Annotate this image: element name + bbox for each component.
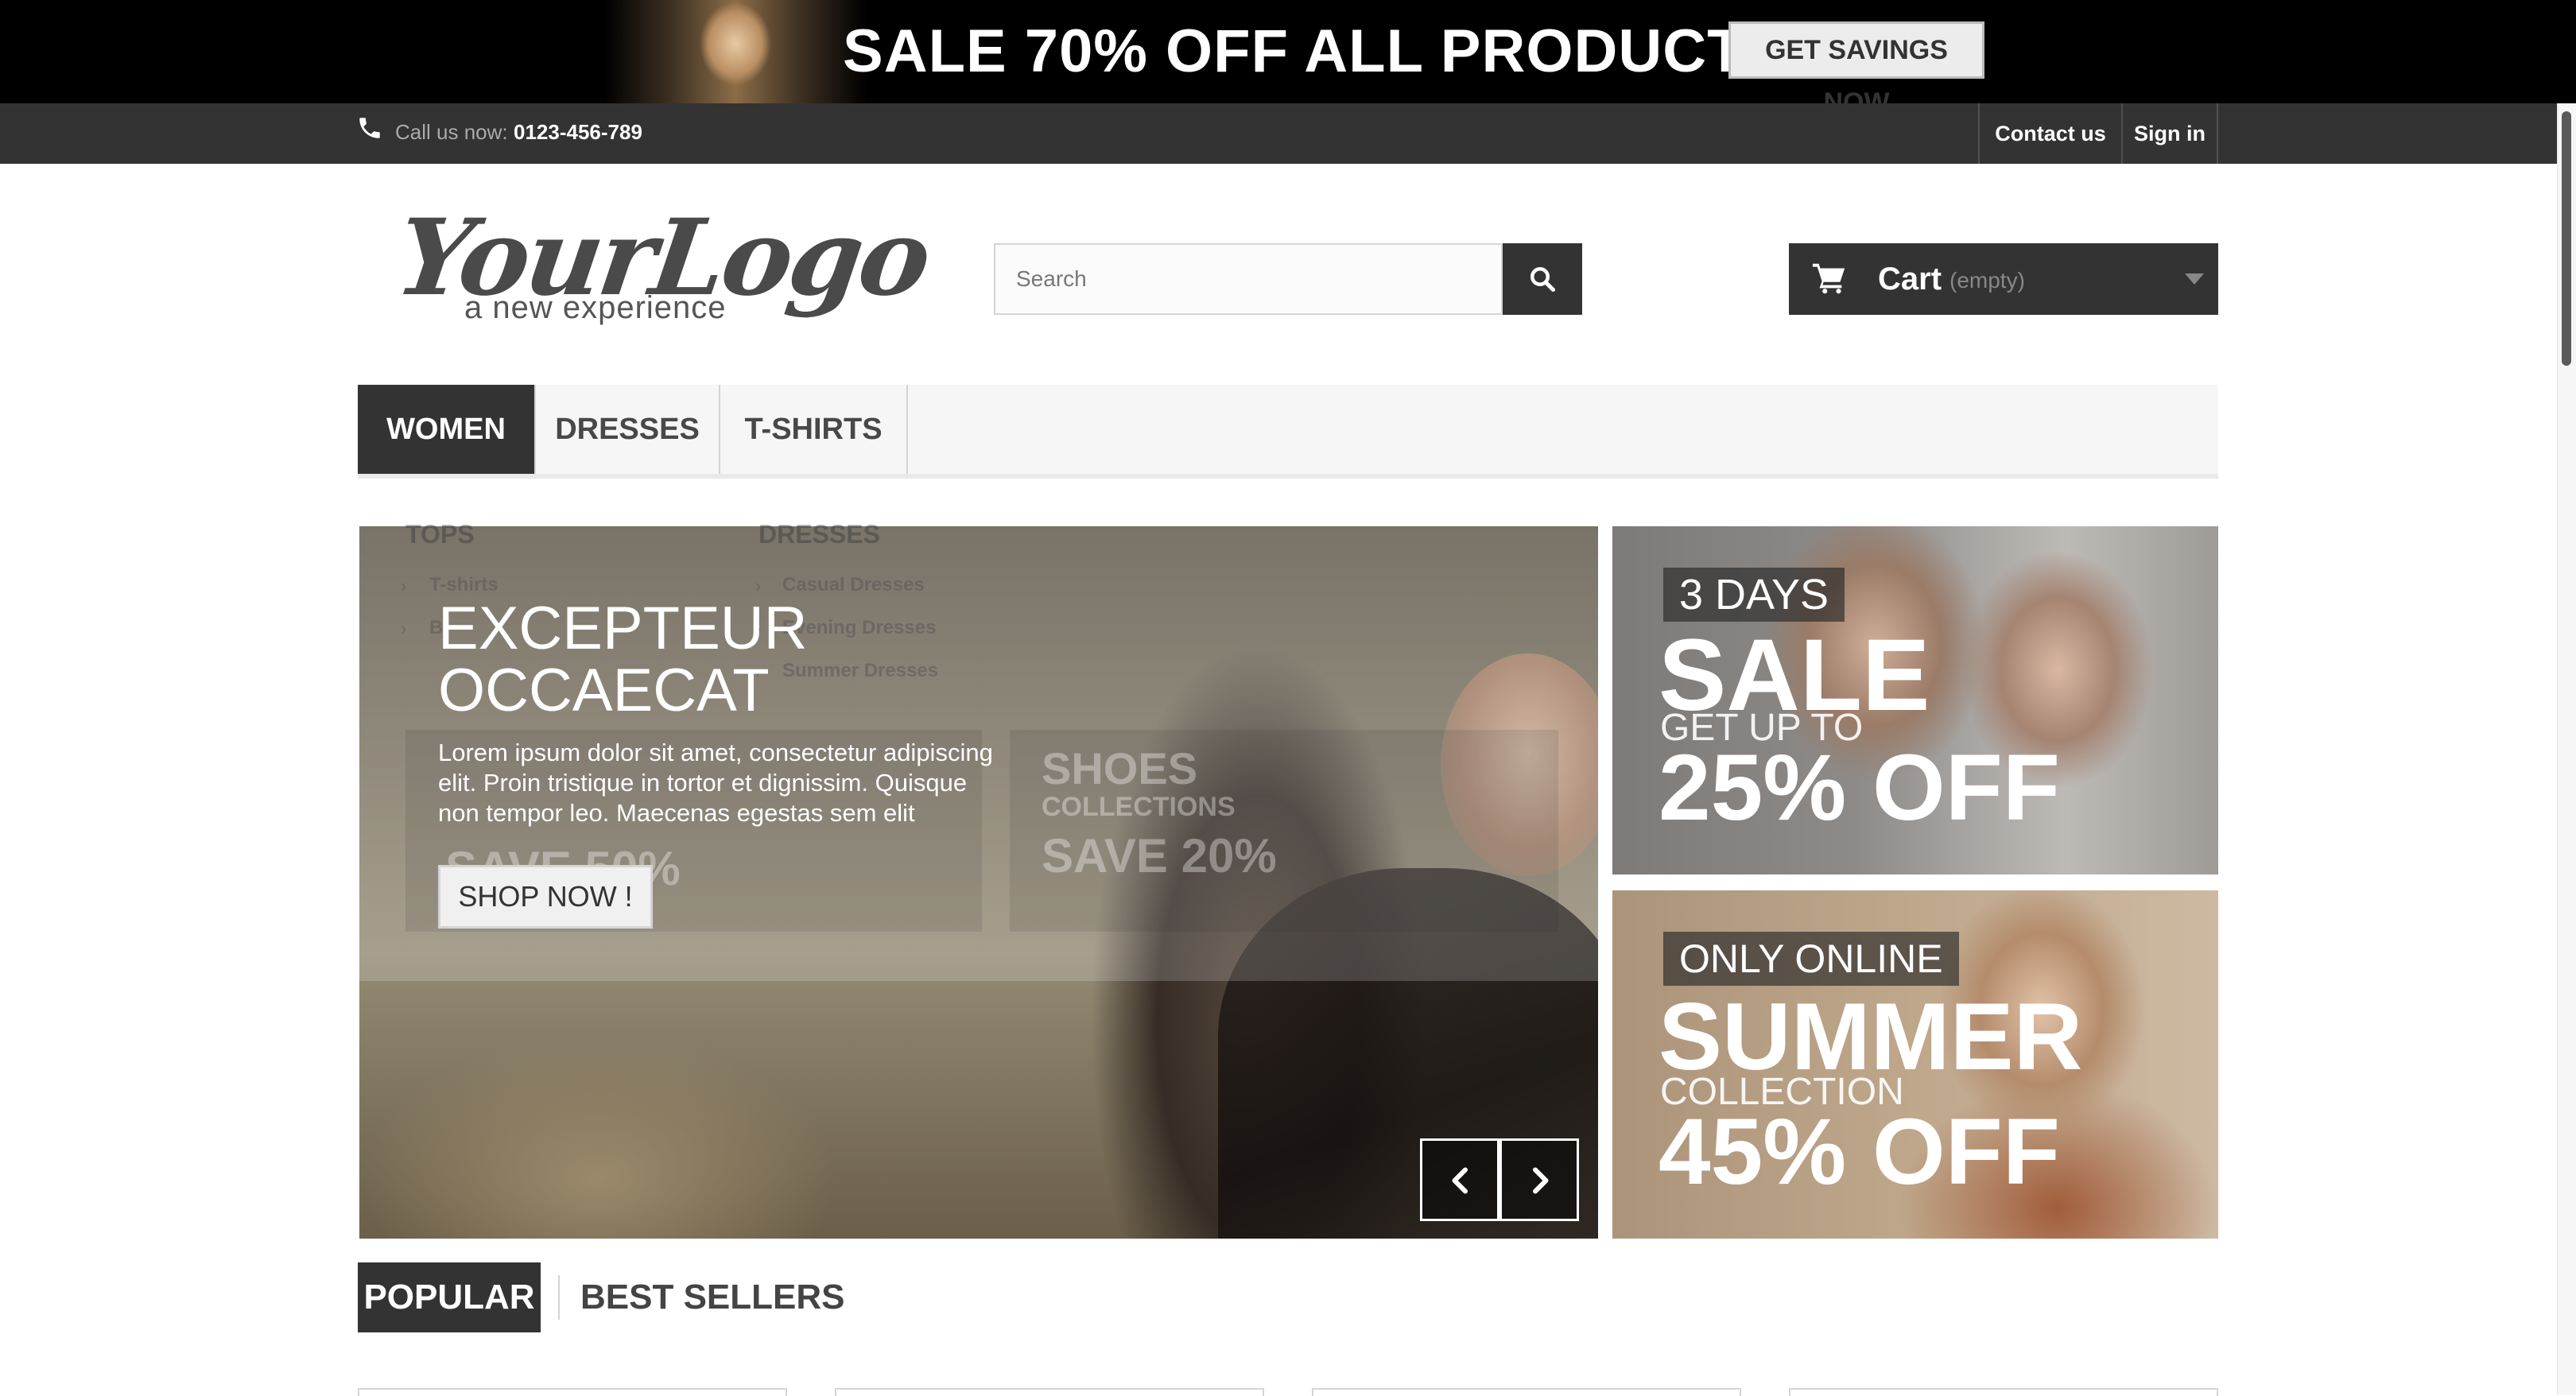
- cart-label: Cart: [1878, 262, 1942, 297]
- dropdown-item-casual-dresses[interactable]: Casual Dresses: [782, 574, 925, 596]
- side-banner-2-offer: 45% OFF: [1658, 1099, 2060, 1204]
- hero-title: EXCEPTEUR OCCAECAT: [438, 598, 836, 722]
- product-card[interactable]: [358, 1388, 787, 1396]
- chevron-left-icon: [1452, 1167, 1468, 1194]
- chevron-right-icon: [1533, 1167, 1549, 1194]
- contact-us-link[interactable]: Contact us: [1978, 103, 2121, 164]
- dropdown-col2-title[interactable]: DRESSES: [758, 520, 880, 549]
- menu-tab-women[interactable]: WOMEN: [358, 385, 536, 474]
- phone-icon: [359, 118, 380, 138]
- get-savings-button[interactable]: GET SAVINGS NOW: [1728, 21, 1984, 103]
- cart-status: (empty): [1949, 268, 2025, 293]
- promo-banner[interactable]: SALE 70% OFF ALL PRODUCTS GET SAVINGS NO…: [0, 0, 2576, 103]
- search-icon: [1530, 267, 1556, 293]
- call-label: Call us now:: [395, 120, 508, 144]
- chevron-down-icon: [2185, 273, 2204, 285]
- cart-icon: [1812, 263, 1845, 294]
- slider-prev-button[interactable]: [1420, 1138, 1499, 1221]
- dropdown-col1-title[interactable]: TOPS: [405, 520, 475, 549]
- sign-in-link[interactable]: Sign in: [2121, 103, 2218, 164]
- promo-model-image: [604, 0, 867, 103]
- search-input[interactable]: [994, 243, 1503, 315]
- tab-best-sellers[interactable]: BEST SELLERS: [580, 1262, 845, 1332]
- side-banner-1-tag: 3 DAYS: [1663, 568, 1845, 622]
- cart-button[interactable]: Cart (empty): [1789, 243, 2218, 315]
- chevron-right-icon: ›: [401, 576, 407, 595]
- side-banner-1-offer: 25% OFF: [1658, 735, 2060, 840]
- search-button[interactable]: [1503, 243, 1582, 315]
- side-banner-sale[interactable]: 3 DAYS SALE GET UP TO 25% OFF: [1612, 526, 2218, 874]
- promo-headline: SALE 70% OFF ALL PRODUCTS: [843, 17, 1787, 85]
- scrollbar-thumb[interactable]: [2562, 111, 2571, 366]
- site-logo[interactable]: YourLogo a new experience: [389, 196, 935, 334]
- product-card[interactable]: [1789, 1388, 2218, 1396]
- tab-popular[interactable]: POPULAR: [358, 1262, 541, 1332]
- shop-now-button[interactable]: SHOP NOW !: [438, 865, 653, 929]
- hero-description: Lorem ipsum dolor sit amet, consectetur …: [438, 739, 993, 827]
- side-banner-summer[interactable]: ONLY ONLINE SUMMER COLLECTION 45% OFF: [1612, 890, 2218, 1239]
- dropdown-item-tshirts[interactable]: T-shirts: [429, 574, 499, 596]
- hero-title-line2: OCCAECAT: [438, 657, 770, 724]
- phone-number: 0123-456-789: [514, 120, 642, 144]
- menu-tab-dresses[interactable]: DRESSES: [536, 385, 720, 474]
- product-card[interactable]: [835, 1388, 1264, 1396]
- hero-title-line1: EXCEPTEUR: [438, 595, 808, 662]
- product-card[interactable]: [1312, 1388, 1741, 1396]
- tab-divider: [558, 1275, 560, 1320]
- slider-next-button[interactable]: [1499, 1138, 1579, 1221]
- side-banner-2-tag: ONLY ONLINE: [1663, 932, 1959, 986]
- logo-tagline: a new experience: [464, 290, 727, 325]
- chevron-right-icon: ›: [755, 576, 762, 595]
- side-banner-2-title: SUMMER: [1658, 983, 2083, 1090]
- menu-tab-tshirts[interactable]: T-SHIRTS: [720, 385, 908, 474]
- chevron-right-icon: ›: [401, 619, 407, 638]
